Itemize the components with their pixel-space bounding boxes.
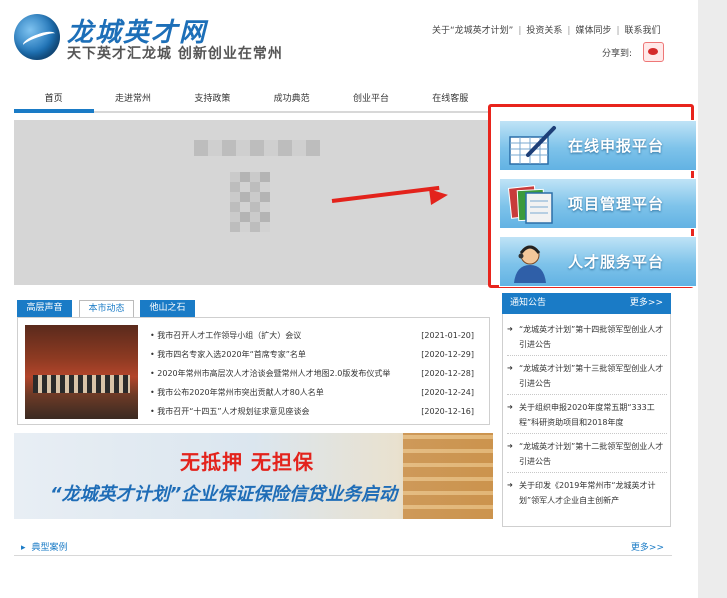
ad-subheadline: “龙城英才计划”企业保证保险信贷业务启动 xyxy=(50,484,398,505)
tab-city-news[interactable]: 本市动态 xyxy=(79,300,134,317)
typical-cases-bar: 典型案例 更多>> xyxy=(14,537,672,556)
news-date: [2020-12-24] xyxy=(421,388,474,397)
logo-globe-icon[interactable] xyxy=(14,14,60,60)
project-management-platform-button[interactable]: 项目管理平台 xyxy=(499,178,697,229)
news-title[interactable]: • 我市召开“十四五”人才规划征求意见座谈会 xyxy=(150,403,410,422)
separator: | xyxy=(616,26,620,36)
nav-startup-platform[interactable]: 创业平台 xyxy=(331,91,410,111)
news-title[interactable]: • 我市公布2020年常州市突出贡献人才80人名单 xyxy=(150,384,410,403)
nav-active-indicator xyxy=(14,109,94,113)
platform-label: 在线申报平台 xyxy=(568,137,665,155)
nav-about-changzhou[interactable]: 走进常州 xyxy=(93,91,172,111)
cases-more-link[interactable]: 更多>> xyxy=(631,540,664,553)
notice-item[interactable]: “龙城英才计划”第十二批领军型创业人才引进公告 xyxy=(507,439,667,473)
talent-service-platform-button[interactable]: 人才服务平台 xyxy=(499,236,697,287)
news-item[interactable]: • 我市召开“十四五”人才规划征求意见座谈会 [2020-12-16] xyxy=(150,403,474,422)
notice-header: 通知公告 更多>> xyxy=(502,293,671,314)
news-item[interactable]: • 2020年常州市高层次人才洽谈会暨常州人才地图2.0版发布仪式举 [2020-… xyxy=(150,365,474,384)
online-application-platform-button[interactable]: 在线申报平台 xyxy=(499,120,697,171)
top-link-about[interactable]: 关于“龙城英才计划” xyxy=(432,26,513,36)
notice-item[interactable]: “龙城英才计划”第十四批领军型创业人才引进公告 xyxy=(507,322,667,356)
share-label: 分享到: xyxy=(602,49,633,59)
weibo-share-icon[interactable] xyxy=(643,42,664,62)
notice-more-link[interactable]: 更多>> xyxy=(630,293,663,314)
news-title[interactable]: • 2020年常州市高层次人才洽谈会暨常州人才地图2.0版发布仪式举 xyxy=(150,365,410,384)
top-links: 关于“龙城英才计划” | 投资关系 | 媒体同步 | 联系我们 xyxy=(432,23,661,36)
typical-cases-title[interactable]: 典型案例 xyxy=(21,540,68,553)
top-link-media[interactable]: 媒体同步 xyxy=(575,26,611,36)
nav-online-service[interactable]: 在线客服 xyxy=(411,91,490,111)
news-date: [2020-12-16] xyxy=(421,407,474,416)
news-title[interactable]: • 我市召开人才工作领导小组（扩大）会议 xyxy=(150,327,410,346)
red-arrow-head-icon xyxy=(429,186,449,206)
news-item[interactable]: • 我市召开人才工作领导小组（扩大）会议 [2021-01-20] xyxy=(150,327,474,346)
notice-item[interactable]: “龙城英才计划”第十三批领军型创业人才引进公告 xyxy=(507,361,667,395)
news-title[interactable]: • 我市四名专家入选2020年“首席专家”名单 xyxy=(150,346,410,365)
nav-home[interactable]: 首页 xyxy=(14,91,93,111)
pen-spreadsheet-icon xyxy=(509,126,556,165)
news-item[interactable]: • 我市公布2020年常州市突出贡献人才80人名单 [2020-12-24] xyxy=(150,384,474,403)
service-agent-icon xyxy=(514,245,546,283)
news-date: [2021-01-20] xyxy=(421,331,474,340)
separator: | xyxy=(518,26,522,36)
notice-list: “龙城英才计划”第十四批领军型创业人才引进公告 “龙城英才计划”第十三批领军型创… xyxy=(507,322,667,516)
news-date: [2020-12-29] xyxy=(421,350,474,359)
blurred-banner-text xyxy=(194,140,320,156)
top-link-investor[interactable]: 投资关系 xyxy=(526,26,562,36)
gold-bricks-graphic xyxy=(403,433,493,519)
platform-label: 项目管理平台 xyxy=(568,195,665,213)
tab-other-cities[interactable]: 他山之石 xyxy=(140,300,195,317)
notice-item[interactable]: 关于组织申报2020年度常五期“333工程”科研资助项目和2018年度 xyxy=(507,400,667,434)
nav-policy[interactable]: 支持政策 xyxy=(173,91,252,111)
platform-label: 人才服务平台 xyxy=(568,253,665,271)
folders-icon xyxy=(507,185,553,224)
news-date: [2020-12-28] xyxy=(421,369,474,378)
page-gutter xyxy=(698,0,727,598)
notice-item[interactable]: 关于印发《2019年常州市“龙城英才计划”领军人才企业自主创新产 xyxy=(507,478,667,511)
top-link-contact[interactable]: 联系我们 xyxy=(625,26,661,36)
blurred-banner-image xyxy=(230,172,270,232)
notice-title: 通知公告 xyxy=(510,298,547,308)
ad-headline: 无抵押 无担保 xyxy=(180,450,314,474)
nav-success-stories[interactable]: 成功典范 xyxy=(252,91,331,111)
news-list: • 我市召开人才工作领导小组（扩大）会议 [2021-01-20] • 我市四名专… xyxy=(150,327,474,422)
site-slogan: 天下英才汇龙城 创新创业在常州 xyxy=(67,46,283,62)
separator: | xyxy=(567,26,571,36)
news-photo[interactable] xyxy=(25,325,138,419)
tab-leadership-voice[interactable]: 高层声音 xyxy=(17,300,72,317)
news-item[interactable]: • 我市四名专家入选2020年“首席专家”名单 [2020-12-29] xyxy=(150,346,474,365)
